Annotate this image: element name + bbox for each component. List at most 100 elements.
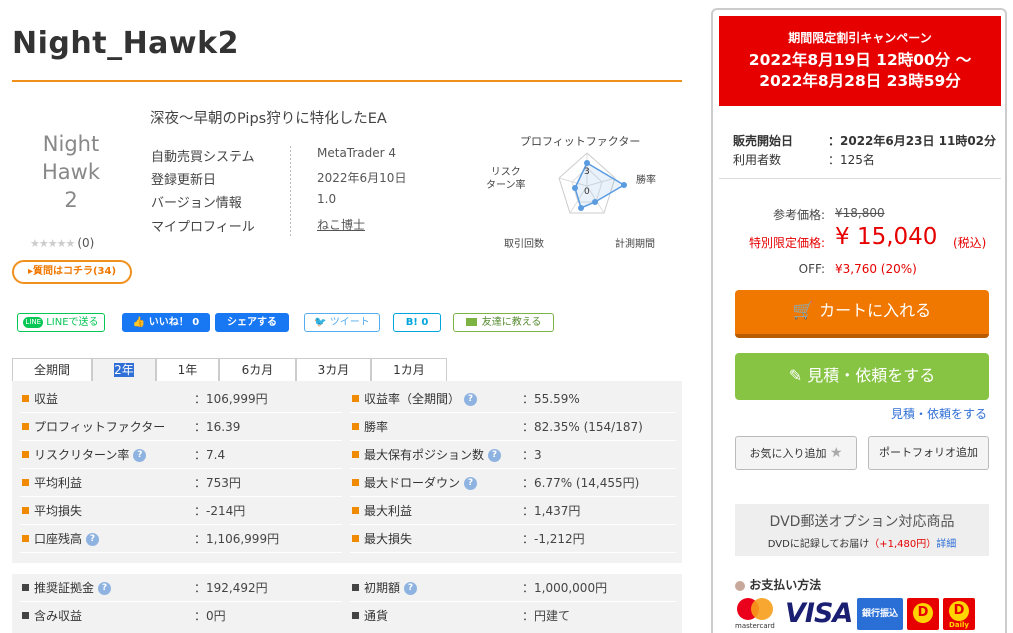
tab-3m[interactable]: 3カ月 [296,358,371,381]
visa-icon: VISA [785,598,853,629]
bullet [352,395,359,402]
cart-icon: 🛒 [792,301,815,321]
radar-tick-3: 3 [584,167,590,177]
radar-label-risk-a: リスク [490,167,521,178]
line-icon: LINE [23,316,44,328]
stat-key: 収益率（全期間）? [364,390,478,407]
thumb-line-1: Night [42,132,100,156]
stat-key: 最大ドローダウン? [364,474,478,491]
users-label: 利用者数 [733,153,782,167]
dvd-option-box: DVD郵送オプション対応商品 DVDに記録してお届け（+1,480円）詳細 [735,504,989,556]
tab-1y[interactable]: 1年 [156,358,219,381]
stat-key: 平均利益 [34,476,83,490]
help-icon[interactable]: ? [98,582,112,595]
stat-key-text: リスクリターン率 [34,448,130,462]
reference-price-value: ¥18,800 [835,206,885,220]
tell-friend-button[interactable]: 友達に教える [453,313,554,332]
tab-1m[interactable]: 1カ月 [371,358,447,381]
hatena-bookmark-button[interactable]: B! 0 [393,313,441,332]
stat-row: 勝率 ：82.35% (154/187) [342,413,682,441]
dvd-title: DVD郵送オプション対応商品 [769,514,955,530]
help-icon[interactable]: ? [133,449,147,462]
add-favorite-button[interactable]: お気に入り追加 ★ [735,436,857,470]
question-button[interactable]: ▸質問はコチラ(34) [12,260,132,284]
thumbs-up-icon: 👍 [132,317,146,328]
radar-point [572,185,578,191]
special-price-value: ¥ 15,040 [835,224,938,250]
stat-row: 最大損失 ：-1,212円 [342,525,682,553]
dvd-desc: DVDに記録してお届け [767,539,870,550]
dvd-detail-link[interactable]: 詳細 [936,539,956,550]
tab-2y[interactable]: 2年 [92,358,156,381]
bullet [22,584,29,591]
help-icon[interactable]: ? [404,582,418,595]
quote-request-label: 見積・依頼をする [807,366,936,385]
info-label: 自動売買システム [151,150,255,165]
stat-value: ：1,000,000円 [522,581,608,595]
stat-row: リスクリターン率? ：7.4 [12,441,342,469]
stat-value: ：3 [522,448,542,462]
add-favorite-label: お気に入り追加 [749,447,827,460]
stat-key: リスクリターン率? [34,446,147,463]
twitter-bird-icon: 🐦 [314,317,327,328]
quote-request-link[interactable]: 見積・依頼をする [891,405,987,422]
info-label: マイプロフィール [151,220,255,235]
stat-row: 口座残高? ：1,106,999円 [12,525,342,553]
radar-point [584,160,590,166]
author-link[interactable]: ねこ博士 [317,216,365,233]
quote-request-button[interactable]: ✎ 見積・依頼をする [735,353,989,400]
title-divider [12,80,682,82]
divider [719,178,1001,179]
line-share-label: LINEで送る [46,317,99,328]
stat-value: ：円建て [522,609,571,623]
help-icon[interactable]: ? [464,477,478,490]
facebook-share-button[interactable]: シェアする [215,313,289,332]
sale-start-row: 販売開始日 ：2022年6月23日 11時02分 [733,132,996,149]
info-label: 登録更新日 [151,173,217,188]
thumb-line-2: Hawk [42,160,100,184]
tweet-button[interactable]: 🐦 ツイート [304,313,380,332]
d-payment-icon: D [907,598,939,630]
stat-value: ：7.4 [194,448,226,462]
stat-value: ：82.35% (154/187) [522,420,643,434]
radar-label-trades: 取引回数 [504,239,544,250]
help-icon[interactable]: ? [464,393,478,406]
stat-value: ：106,999円 [194,392,268,406]
info-row-system: 自動売買システム MetaTrader 4 [151,146,481,166]
line-share-button[interactable]: LINE LINEで送る [17,313,105,332]
purchase-panel: 期間限定割引キャンペーン 2022年8月19日 12時00分 〜 2022年8月… [711,8,1007,633]
bullet-icon [735,580,745,591]
help-icon[interactable]: ? [86,533,100,546]
reference-price-label: 参考価格: [772,208,825,222]
radar-label-risk: リスク ターン率 [486,166,526,192]
tab-6m[interactable]: 6カ月 [219,358,296,381]
like-label: いいね！ 0 [148,317,200,328]
tweet-label: ツイート [329,317,370,328]
bullet [352,535,359,542]
payment-title: お支払い方法 [749,578,822,592]
period-tabs: 全期間 2年 1年 6カ月 3カ月 1カ月 [12,358,682,381]
info-row-version: バージョン情報 1.0 [151,192,481,212]
add-portfolio-button[interactable]: ポートフォリオ追加 [868,436,989,470]
account-stats-table: 推奨証拠金? ：192,492円 含み収益 ：0円 初期額? ：1,000,000円 … [12,574,682,633]
tab-all[interactable]: 全期間 [12,358,92,381]
payment-logos: mastercard VISA 銀行振込 D D Daily [735,596,995,633]
bullet [22,535,29,542]
stat-row: 最大利益 ：1,437円 [342,497,682,525]
off-value: ¥3,760 (20%) [835,262,917,276]
info-row-profile: マイプロフィール ねこ博士 [151,216,481,236]
help-icon[interactable]: ? [488,449,502,462]
rating-stars[interactable]: ★★★★★ (0) [30,236,94,250]
bullet [22,423,29,430]
stat-key: 収益 [34,392,59,406]
tell-friend-label: 友達に教える [481,317,542,328]
bullet [22,507,29,514]
add-to-cart-button[interactable]: 🛒 カートに入れる [735,290,989,338]
facebook-like-button[interactable]: 👍 いいね！ 0 [122,313,210,332]
product-thumbnail[interactable]: Night Hawk 2 [12,130,130,214]
bullet [22,479,29,486]
stat-row: 通貨 ：円建て [342,602,682,630]
tab-2y-label: 2年 [114,363,134,377]
stat-row: 収益率（全期間）? ：55.59% [342,385,682,413]
bank-transfer-icon: 銀行振込 [857,598,903,630]
